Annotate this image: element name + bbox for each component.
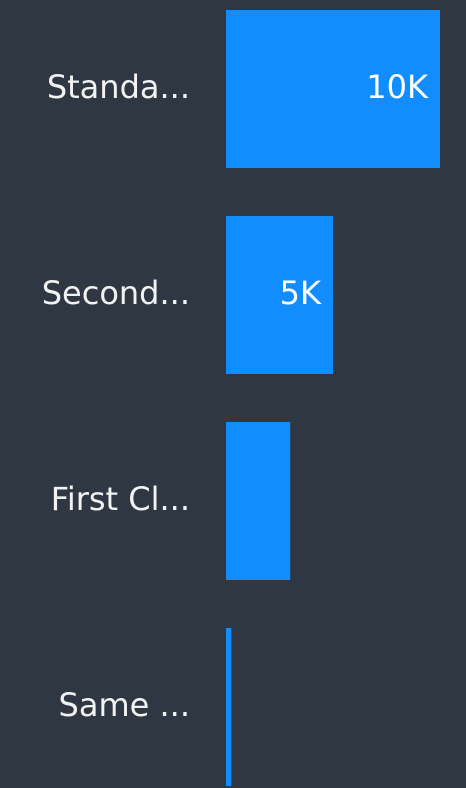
category-label: Same ... — [59, 686, 190, 724]
category-label: Second... — [42, 274, 190, 312]
bar-chart: Standa... 10K Second... 5K First Cl... Same .… — [0, 0, 466, 788]
data-label: 10K — [366, 68, 429, 106]
chart-svg: Standa... 10K Second... 5K First Cl... Same .… — [42, 10, 440, 786]
category-label: First Cl... — [51, 480, 190, 518]
data-label: 5K — [280, 274, 322, 312]
bar[interactable] — [226, 422, 291, 580]
bar[interactable] — [226, 628, 232, 786]
category-label: Standa... — [47, 68, 190, 106]
